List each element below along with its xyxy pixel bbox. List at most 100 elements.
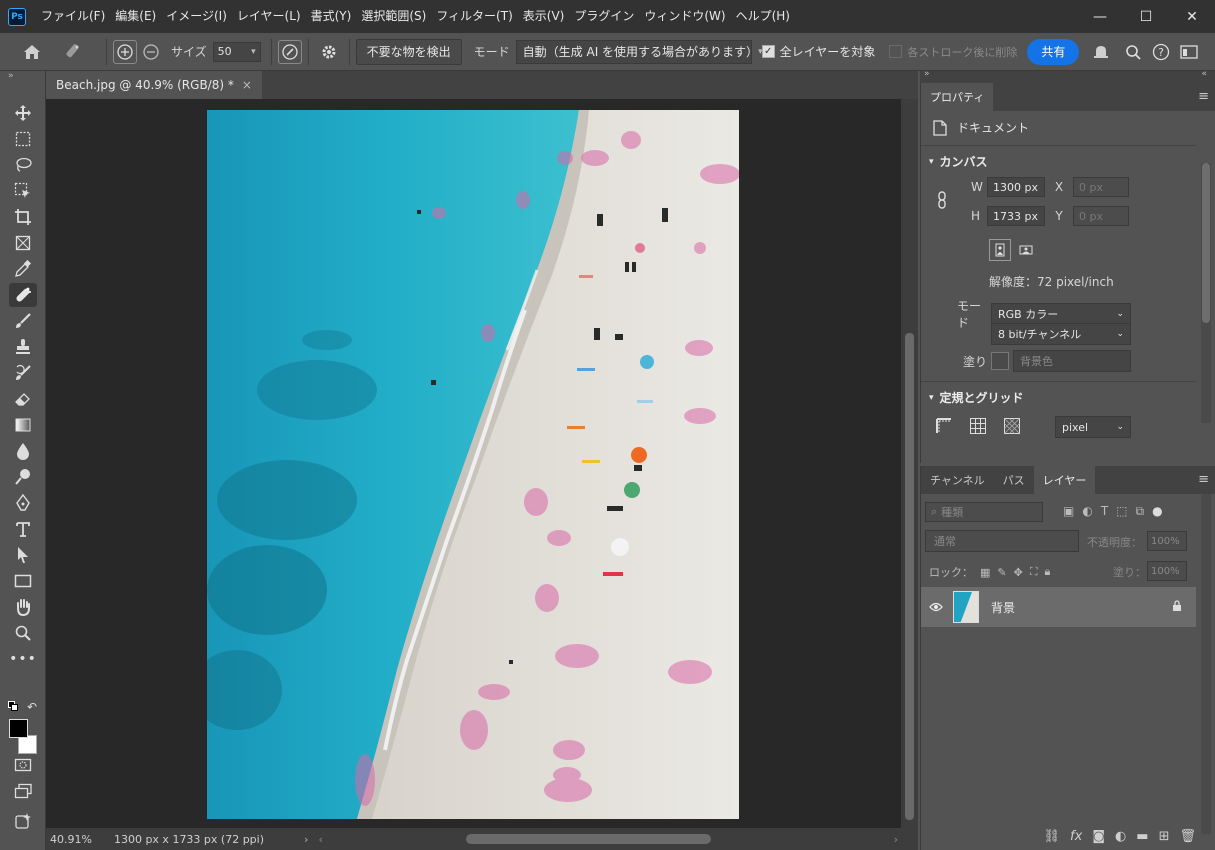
move-tool-icon[interactable] bbox=[9, 101, 37, 125]
units-select[interactable]: pixel ⌄ bbox=[1055, 416, 1131, 438]
lock-position-icon[interactable]: ✥ bbox=[1014, 566, 1023, 579]
properties-scroll-thumb[interactable] bbox=[1202, 163, 1210, 323]
delete-layer-icon[interactable]: 🗑︎ bbox=[1179, 829, 1196, 844]
beach-photo[interactable] bbox=[207, 110, 739, 819]
frame-tool-icon[interactable] bbox=[9, 231, 37, 255]
link-icon[interactable] bbox=[937, 191, 947, 209]
properties-scrollbar[interactable] bbox=[1201, 163, 1211, 423]
opacity-input[interactable]: 100% bbox=[1147, 531, 1187, 551]
all-layers-checkbox[interactable]: ✓ 全レイヤーを対象 bbox=[761, 43, 875, 60]
panel-menu-icon[interactable]: ≡ bbox=[1198, 472, 1209, 487]
remove-tool-icon[interactable] bbox=[9, 283, 37, 307]
x-input[interactable]: 0 px bbox=[1073, 177, 1129, 197]
eyedropper-tool-icon[interactable] bbox=[9, 257, 37, 281]
swap-colors-icon[interactable]: ↶ bbox=[27, 700, 37, 714]
y-input[interactable]: 0 px bbox=[1073, 206, 1129, 226]
quick-mask-icon[interactable] bbox=[9, 753, 37, 777]
scroll-right-icon[interactable]: › bbox=[894, 833, 898, 846]
workspace-icon[interactable] bbox=[1175, 38, 1203, 66]
info-arrow-icon[interactable]: › bbox=[304, 833, 308, 846]
add-to-stroke-icon[interactable] bbox=[113, 39, 137, 64]
zoom-level[interactable]: 40.91% bbox=[50, 833, 92, 846]
filter-toggle-icon[interactable]: ● bbox=[1152, 504, 1162, 519]
close-window-button[interactable]: ✕ bbox=[1169, 0, 1215, 33]
zoom-tool-icon[interactable] bbox=[9, 621, 37, 645]
collapse-panel-icon[interactable]: » bbox=[924, 69, 930, 79]
menu-item-0[interactable]: ファイル(F) bbox=[36, 0, 110, 33]
mode-select[interactable]: 自動（生成 AI を使用する場合があります） ▾ bbox=[515, 39, 763, 64]
menu-item-1[interactable]: 編集(E) bbox=[110, 0, 161, 33]
menu-item-6[interactable]: フィルター(T) bbox=[431, 0, 517, 33]
layer-name[interactable]: 背景 bbox=[991, 599, 1015, 616]
lock-image-icon[interactable]: ✎ bbox=[997, 566, 1006, 579]
menu-item-3[interactable]: レイヤー(L) bbox=[232, 0, 306, 33]
help-icon[interactable]: ? bbox=[1147, 38, 1175, 66]
lock-artboard-icon[interactable]: ⛶ bbox=[1030, 565, 1038, 579]
object-selection-tool-icon[interactable] bbox=[9, 179, 37, 203]
layer-row[interactable]: 背景 bbox=[921, 587, 1196, 627]
tab-channels[interactable]: チャンネル bbox=[921, 466, 994, 494]
menu-item-10[interactable]: ヘルプ(H) bbox=[731, 0, 795, 33]
hand-tool-icon[interactable] bbox=[9, 595, 37, 619]
maximize-button[interactable]: ☐ bbox=[1123, 0, 1169, 33]
menu-item-2[interactable]: イメージ(I) bbox=[161, 0, 232, 33]
scroll-left-icon[interactable]: ‹ bbox=[318, 833, 322, 846]
menu-item-4[interactable]: 書式(Y) bbox=[306, 0, 357, 33]
gradient-tool-icon[interactable] bbox=[9, 413, 37, 437]
size-input[interactable]: 50 ▾ bbox=[212, 41, 261, 62]
tab-properties[interactable]: プロパティ bbox=[921, 83, 994, 111]
tab-paths[interactable]: パス bbox=[994, 466, 1034, 494]
layer-mask-icon[interactable]: ◙ bbox=[1092, 829, 1105, 844]
new-layer-icon[interactable]: ⊞ bbox=[1159, 829, 1170, 844]
grid-icon[interactable] bbox=[969, 417, 987, 438]
expand-panel-icon[interactable]: » bbox=[8, 71, 14, 81]
eraser-tool-icon[interactable] bbox=[9, 387, 37, 411]
menu-item-5[interactable]: 選択範囲(S) bbox=[356, 0, 431, 33]
notifications-icon[interactable] bbox=[1087, 38, 1115, 66]
crop-tool-icon[interactable] bbox=[9, 205, 37, 229]
menu-item-8[interactable]: プラグイン bbox=[569, 0, 639, 33]
generative-icon[interactable] bbox=[9, 809, 37, 833]
search-icon[interactable] bbox=[1119, 38, 1147, 66]
new-group-icon[interactable]: ▬ bbox=[1136, 829, 1148, 844]
adjustment-filter-icon[interactable]: ◐ bbox=[1082, 504, 1092, 519]
minimize-button[interactable]: — bbox=[1077, 0, 1123, 33]
lock-transparent-icon[interactable]: ▦ bbox=[980, 566, 990, 579]
close-tab-icon[interactable]: × bbox=[242, 78, 252, 92]
each-stroke-checkbox[interactable]: 各ストローク後に削除 bbox=[889, 44, 1017, 60]
blur-tool-icon[interactable] bbox=[9, 439, 37, 463]
lock-all-icon[interactable]: 🔒︎ bbox=[1045, 565, 1051, 579]
history-brush-tool-icon[interactable] bbox=[9, 361, 37, 385]
dodge-tool-icon[interactable] bbox=[9, 465, 37, 489]
color-mode-select[interactable]: RGB カラー ⌄ bbox=[991, 303, 1131, 325]
brush-tool-icon[interactable] bbox=[9, 309, 37, 333]
gear-icon[interactable] bbox=[315, 38, 343, 66]
link-layers-icon[interactable]: ⛓ bbox=[1044, 829, 1061, 844]
smart-object-filter-icon[interactable]: ⧉ bbox=[1136, 504, 1145, 519]
adjustment-layer-icon[interactable]: ◐ bbox=[1115, 829, 1126, 844]
screen-mode-icon[interactable] bbox=[9, 779, 37, 803]
collapse-dock-icon[interactable]: « bbox=[1201, 69, 1207, 79]
vertical-scrollbar[interactable] bbox=[901, 99, 918, 828]
pixel-filter-icon[interactable]: ▣ bbox=[1063, 504, 1074, 519]
subtract-from-stroke-icon[interactable] bbox=[137, 38, 165, 66]
bit-depth-select[interactable]: 8 bit/チャンネル ⌄ bbox=[991, 323, 1131, 345]
rectangle-tool-icon[interactable] bbox=[9, 569, 37, 593]
detect-distractions-button[interactable]: 不要な物を検出 bbox=[355, 38, 462, 65]
landscape-orientation-icon[interactable] bbox=[1015, 239, 1037, 261]
vertical-scroll-thumb[interactable] bbox=[905, 333, 914, 820]
blend-mode-select[interactable]: 通常 bbox=[925, 530, 1079, 552]
tab-layers[interactable]: レイヤー bbox=[1033, 466, 1096, 494]
panel-menu-icon[interactable]: ≡ bbox=[1198, 89, 1209, 104]
pixel-grid-icon[interactable] bbox=[1003, 417, 1021, 438]
menu-item-9[interactable]: ウィンドウ(W) bbox=[639, 0, 730, 33]
height-input[interactable]: 1733 px bbox=[987, 206, 1045, 226]
share-button[interactable]: 共有 bbox=[1027, 38, 1080, 65]
type-filter-icon[interactable]: T bbox=[1101, 504, 1108, 519]
pen-tool-icon[interactable] bbox=[9, 491, 37, 515]
layer-style-icon[interactable]: fx bbox=[1070, 829, 1082, 844]
fill-opacity-input[interactable]: 100% bbox=[1147, 561, 1187, 581]
foreground-color-swatch[interactable] bbox=[9, 719, 28, 738]
canvas-area[interactable] bbox=[46, 99, 901, 828]
default-colors-icon[interactable] bbox=[8, 701, 18, 711]
